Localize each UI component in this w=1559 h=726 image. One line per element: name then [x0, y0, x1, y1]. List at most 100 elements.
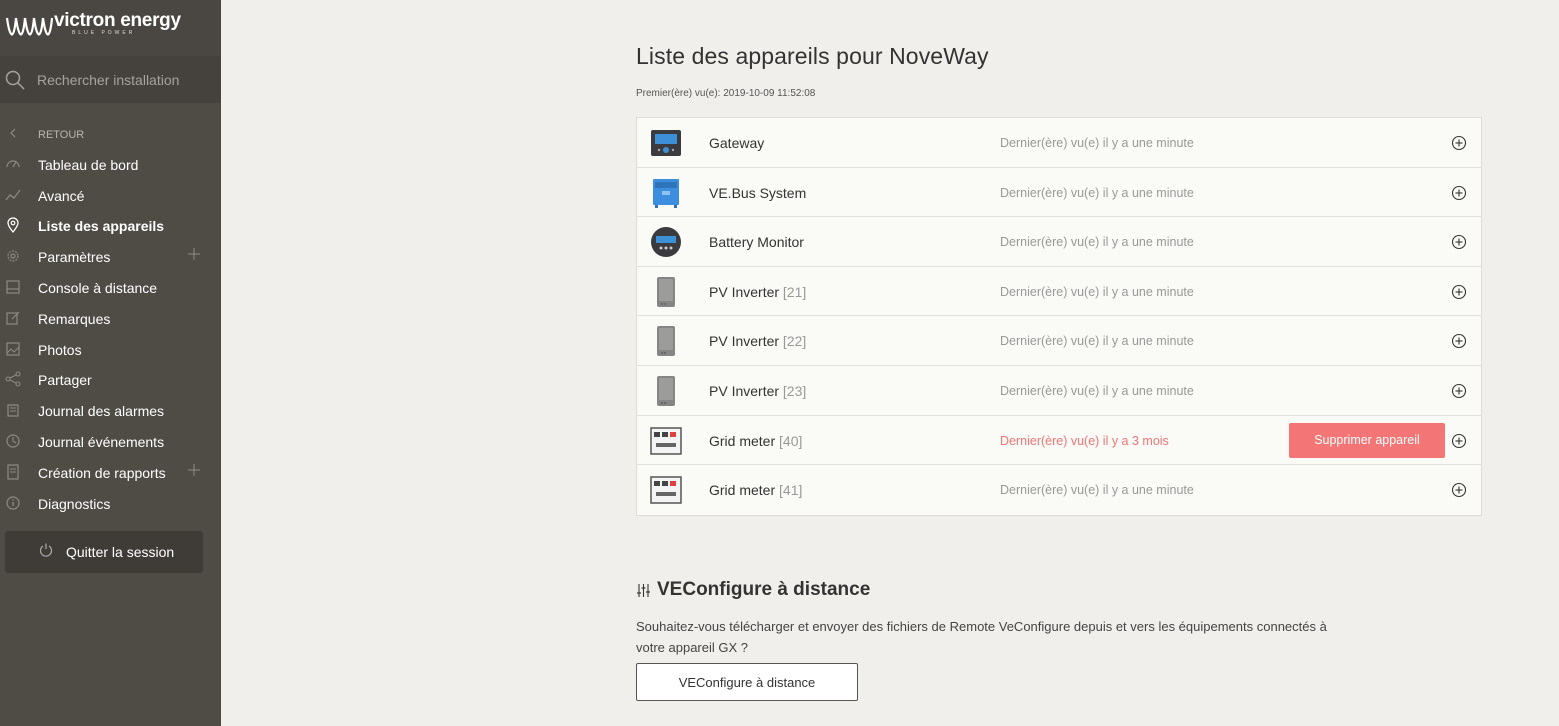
photo-icon	[6, 341, 20, 356]
device-last-seen: Dernier(ère) vu(e) il y a une minute	[1000, 334, 1194, 349]
sidebar-item-label: Création de rapports	[38, 464, 166, 481]
vebus-icon	[653, 178, 679, 208]
sliders-icon	[637, 583, 650, 597]
battery-monitor-icon	[651, 227, 681, 258]
search-bar	[0, 56, 221, 103]
device-row[interactable]: VE.Bus System Dernier(ère) vu(e) il y a …	[637, 168, 1481, 218]
expand-plus-circle-icon[interactable]	[1451, 482, 1467, 498]
sidebar-item-label: Tableau de bord	[38, 156, 139, 173]
device-last-seen: Dernier(ère) vu(e) il y a une minute	[1000, 235, 1194, 250]
first-seen-text: Premier(ère) vu(e): 2019-10-09 11:52:08	[636, 88, 816, 99]
pv-inverter-icon	[657, 326, 675, 357]
device-row[interactable]: PV Inverter [22] Dernier(ère) vu(e) il y…	[637, 316, 1481, 366]
sidebar-item-remote-console[interactable]: Console à distance	[0, 272, 221, 303]
sidebar-item-reports[interactable]: Création de rapports	[0, 457, 221, 488]
console-icon	[6, 280, 20, 294]
device-row[interactable]: PV Inverter [21] Dernier(ère) vu(e) il y…	[637, 267, 1481, 317]
share-icon	[5, 371, 21, 387]
sidebar-item-notes[interactable]: Remarques	[0, 303, 221, 334]
logout-button[interactable]: Quitter la session	[5, 531, 203, 573]
brand-logo[interactable]: victron energy BLUE POWER	[0, 0, 221, 56]
device-last-seen: Dernier(ère) vu(e) il y a une minute	[1000, 383, 1194, 398]
device-name: PV Inverter [22]	[709, 333, 807, 350]
victron-logo-icon	[5, 17, 54, 36]
expand-plus-circle-icon[interactable]	[1451, 234, 1467, 250]
device-name: Grid meter [41]	[709, 482, 803, 499]
sidebar-item-label: Liste des appareils	[38, 218, 165, 235]
sidebar-item-alarm-log[interactable]: Journal des alarmes	[0, 395, 221, 426]
search-icon	[5, 70, 25, 90]
expand-plus-icon[interactable]	[187, 247, 201, 261]
device-row[interactable]: Battery Monitor Dernier(ère) vu(e) il y …	[637, 217, 1481, 267]
sidebar-item-label: Photos	[38, 341, 82, 358]
sidebar-item-diagnostics[interactable]: Diagnostics	[0, 488, 221, 519]
info-icon	[6, 495, 20, 510]
report-icon	[7, 464, 19, 480]
device-last-seen: Dernier(ère) vu(e) il y a une minute	[1000, 185, 1194, 200]
device-row[interactable]: Gateway Dernier(ère) vu(e) il y a une mi…	[637, 118, 1481, 168]
device-row[interactable]: Grid meter [40] Dernier(ère) vu(e) il y …	[637, 416, 1481, 466]
device-last-seen: Dernier(ère) vu(e) il y a 3 mois	[1000, 433, 1169, 448]
expand-plus-icon[interactable]	[187, 463, 201, 477]
device-name: Gateway	[709, 135, 765, 151]
chevron-left-icon	[10, 128, 16, 138]
sidebar-item-label: Avancé	[38, 187, 85, 204]
brand-name: victron energy	[54, 10, 181, 31]
sidebar-item-label: Diagnostics	[38, 495, 111, 512]
pv-inverter-icon	[657, 276, 675, 307]
sidebar-item-device-list[interactable]: Liste des appareils	[0, 210, 221, 241]
device-name: VE.Bus System	[709, 184, 807, 201]
grid-meter-icon	[650, 476, 682, 504]
expand-plus-circle-icon[interactable]	[1451, 383, 1467, 399]
sidebar-item-photos[interactable]: Photos	[0, 334, 221, 365]
main-content: Liste des appareils pour NoveWay Premier…	[221, 0, 1559, 726]
search-input[interactable]	[37, 70, 217, 90]
veconfigure-title-text: VEConfigure à distance	[657, 579, 871, 600]
sidebar-item-back[interactable]: RETOUR	[0, 118, 221, 149]
expand-plus-circle-icon[interactable]	[1451, 333, 1467, 349]
sidebar-nav: RETOUR Tableau de bord Avancé Liste des …	[0, 118, 221, 518]
sidebar-item-dashboard[interactable]: Tableau de bord	[0, 149, 221, 180]
gateway-icon	[651, 130, 681, 156]
device-name: PV Inverter [23]	[709, 382, 807, 399]
advanced-icon	[5, 189, 21, 200]
device-name: Battery Monitor	[709, 234, 804, 251]
device-row[interactable]: PV Inverter [23] Dernier(ère) vu(e) il y…	[637, 366, 1481, 416]
sidebar-item-settings[interactable]: Paramètres	[0, 241, 221, 272]
sidebar: victron energy BLUE POWER RETOUR Tableau…	[0, 0, 221, 726]
event-log-icon	[6, 434, 20, 448]
edit-icon	[6, 311, 20, 325]
device-name: Grid meter [40]	[709, 432, 803, 449]
veconfigure-description: Souhaitez-vous télécharger et envoyer de…	[636, 619, 1327, 655]
sidebar-item-label: Paramètres	[38, 249, 111, 266]
device-list: Gateway Dernier(ère) vu(e) il y a une mi…	[636, 117, 1482, 516]
alarm-log-icon	[7, 404, 19, 417]
delete-device-button[interactable]: Supprimer appareil	[1289, 422, 1445, 458]
device-last-seen: Dernier(ère) vu(e) il y a une minute	[1000, 136, 1194, 150]
device-last-seen: Dernier(ère) vu(e) il y a une minute	[1000, 284, 1194, 299]
device-last-seen: Dernier(ère) vu(e) il y a une minute	[1000, 483, 1194, 498]
brand-tagline: BLUE POWER	[72, 30, 136, 36]
sidebar-item-share[interactable]: Partager	[0, 364, 221, 395]
expand-plus-circle-icon[interactable]	[1451, 135, 1467, 151]
veconfigure-title: VEConfigure à distance	[636, 579, 870, 601]
veconfigure-button[interactable]: VEConfigure à distance	[636, 663, 858, 701]
page-title: Liste des appareils pour NoveWay	[636, 43, 989, 69]
sidebar-item-label: Remarques	[38, 310, 111, 327]
sidebar-item-advanced[interactable]: Avancé	[0, 180, 221, 211]
power-icon	[39, 543, 53, 557]
grid-meter-icon	[650, 426, 682, 455]
device-row[interactable]: Grid meter [41] Dernier(ère) vu(e) il y …	[637, 465, 1481, 515]
expand-plus-circle-icon[interactable]	[1451, 433, 1467, 449]
sidebar-item-label: RETOUR	[38, 129, 85, 141]
dashboard-icon	[6, 160, 20, 168]
sidebar-item-label: Journal événements	[38, 433, 165, 450]
pv-inverter-icon	[657, 375, 675, 406]
location-pin-icon	[7, 217, 19, 234]
expand-plus-circle-icon[interactable]	[1451, 284, 1467, 300]
logout-label: Quitter la session	[66, 544, 175, 560]
sidebar-item-event-log[interactable]: Journal événements	[0, 426, 221, 457]
sidebar-item-label: Journal des alarmes	[38, 403, 165, 420]
expand-plus-circle-icon[interactable]	[1451, 185, 1467, 201]
device-name: PV Inverter [21]	[709, 283, 807, 300]
